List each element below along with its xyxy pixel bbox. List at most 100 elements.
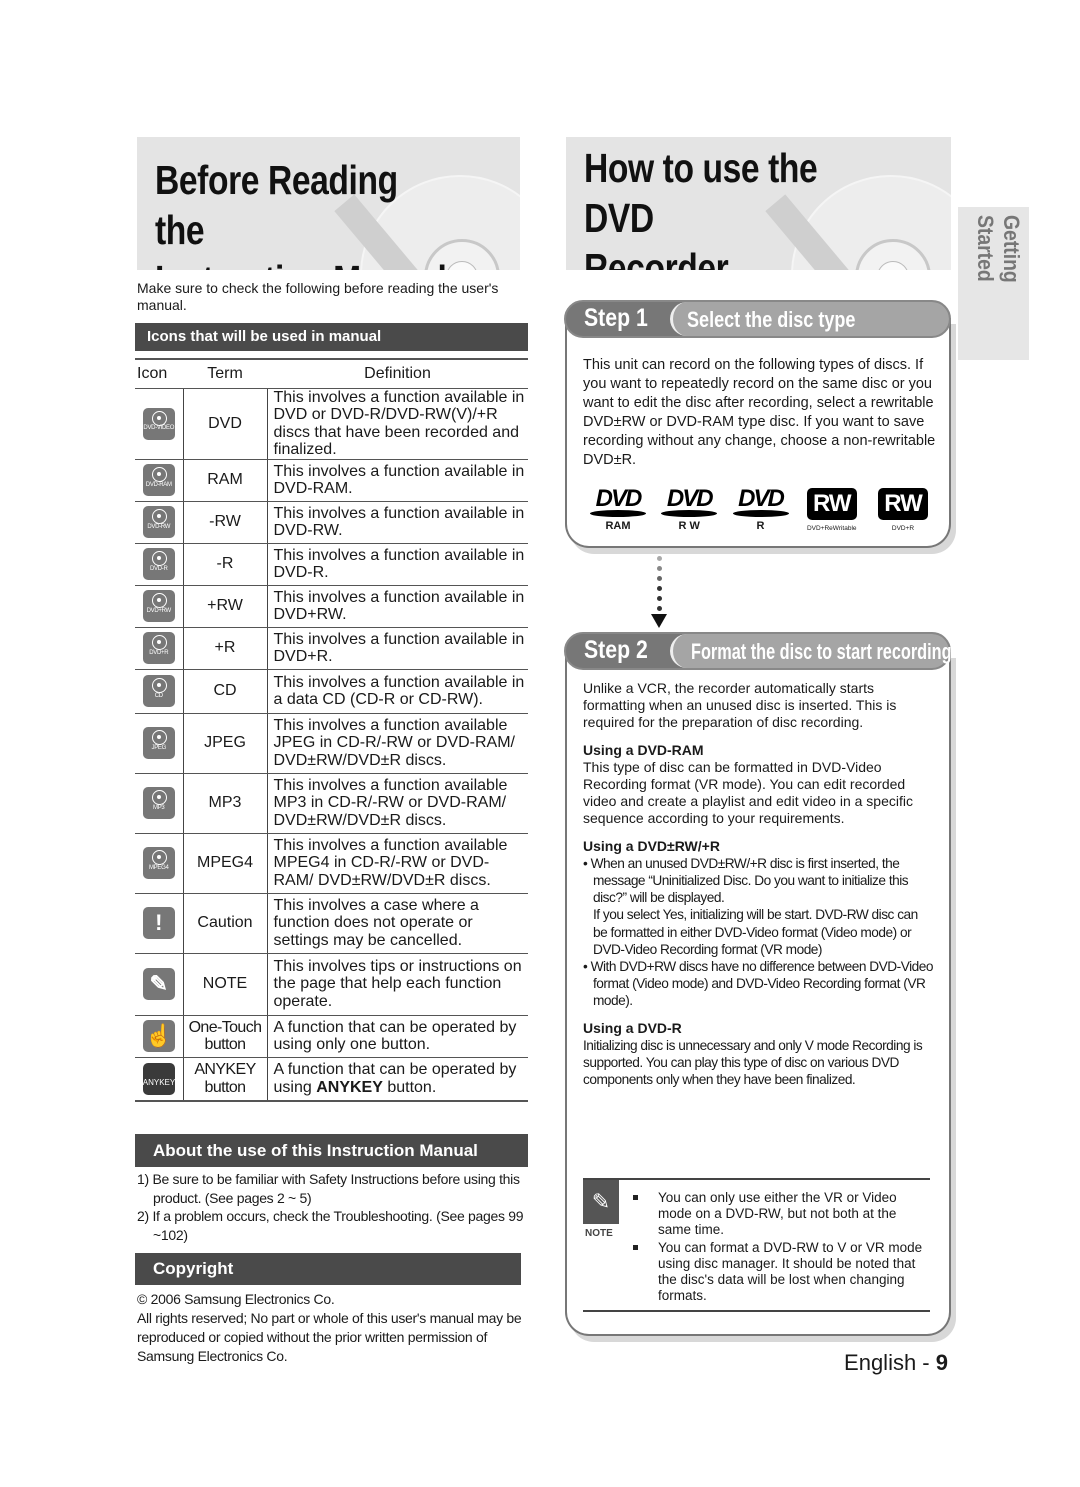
icon-cell: DVD-RAM <box>135 459 183 502</box>
term-cell: JPEG <box>182 713 268 774</box>
definition-cell: This involves a function available in DV… <box>267 459 528 502</box>
copyright-line: All rights reserved; No part or whole of… <box>137 1310 522 1364</box>
logo-caption: R W <box>678 520 700 532</box>
table-row: JPEG JPEG This involves a function availab… <box>135 713 528 774</box>
dvd-ram-heading: Using a DVD-RAM <box>583 741 704 758</box>
note-pencil-icon: ✎ <box>142 968 175 1000</box>
icon-cell: MP3 <box>135 773 183 834</box>
icons-table: Icon Term Definition DVD-VIDEO DVD This in… <box>135 358 528 1102</box>
list-item: You can only use either the VR or Video … <box>631 1190 926 1238</box>
icon-cell: DVD+RW <box>135 585 183 628</box>
left-title-banner: Before Reading the Instruction Manual <box>137 137 520 270</box>
term-cell: Caution <box>182 893 268 954</box>
header-definition: Definition <box>267 358 528 389</box>
side-tab-getting-started[interactable]: Getting Started <box>958 207 1029 360</box>
dvd-ram-logo: DVD RAM <box>588 485 648 538</box>
dvd-ram-text: This type of disc can be formatted in DV… <box>583 758 913 827</box>
step2-content: Unlike a VCR, the recorder automatically… <box>583 680 933 1088</box>
right-title-banner: How to use the DVD Recorder <box>566 137 951 270</box>
table-row: CD CD This involves a function available i… <box>135 669 528 714</box>
anykey-icon: ANYKEY <box>142 1062 175 1095</box>
dvd-rw-logo: DVD R W <box>659 485 719 538</box>
dvd-rw-heading: Using a DVD±RW/+R <box>583 837 720 854</box>
dvd-plus-r-logo: RW DVD+R <box>873 488 933 538</box>
logo-mark: DVD <box>595 485 643 512</box>
mpeg4-disc-icon: MPEG4 <box>142 847 175 879</box>
table-row: DVD-RAM RAM This involves a function avail… <box>135 459 528 502</box>
term-cell: MP3 <box>182 773 268 834</box>
logo-mark: DVD <box>666 485 714 512</box>
cd-disc-icon: CD <box>142 675 175 707</box>
term-cell: -RW <box>182 501 268 544</box>
icon-cell: DVD-VIDEO <box>135 388 183 460</box>
about-list: 1) Be sure to be familiar with Safety In… <box>137 1170 527 1244</box>
logo-caption: DVD+ReWritable <box>806 525 857 532</box>
list-item: 1) Be sure to be familiar with Safety In… <box>137 1171 520 1206</box>
definition-cell: This involves a case where a function do… <box>267 893 528 954</box>
icon-cell: DVD+R <box>135 627 183 670</box>
definition-cell: A function that can be operated by using… <box>267 1015 528 1058</box>
logo-caption: DVD+R <box>891 525 915 532</box>
jpeg-disc-icon: JPEG <box>142 727 175 759</box>
table-row: ☝ One-Touch button A function that can be … <box>135 1015 528 1058</box>
icons-section-header: Icons that will be used in manual <box>135 323 528 351</box>
step-number: Step 2 <box>584 636 648 664</box>
page-title-right: How to use the DVD Recorder <box>584 143 885 270</box>
title-line: Before Reading the <box>155 157 398 253</box>
icon-cell: DVD-RW <box>135 501 183 544</box>
icon-cell: DVD-R <box>135 543 183 586</box>
definition-cell: This involves a function available in DV… <box>267 627 528 670</box>
dvd-r-heading: Using a DVD-R <box>583 1019 682 1036</box>
title-line: Recorder <box>584 245 729 270</box>
caution-icon: ! <box>142 907 175 939</box>
dvd-r-logo: DVD R <box>731 485 791 538</box>
logo-mark: RW <box>878 488 928 520</box>
dvd-r-disc-icon: DVD-R <box>142 548 175 580</box>
list-item: • With DVD+RW discs have no difference b… <box>583 959 933 1009</box>
list-item-continuation: If you select Yes, initializing will be … <box>593 907 918 957</box>
copyright-text: © 2006 Samsung Electronics Co. All right… <box>137 1290 527 1366</box>
logo-caption: RAM <box>605 520 631 532</box>
definition-cell: This involves a function available in DV… <box>267 543 528 586</box>
table-row: DVD+RW +RW This involves a function availa… <box>135 585 528 628</box>
dvd-r-text: Initializing disc is unnecessary and onl… <box>583 1037 923 1088</box>
list-item: You can format a DVD-RW to V or VR mode … <box>631 1240 926 1304</box>
dvd-rw-disc-icon: DVD-RW <box>142 506 175 538</box>
dvd-video-disc-icon: DVD-VIDEO <box>142 407 175 440</box>
logo-mark: RW <box>806 488 857 520</box>
term-cell: CD <box>182 669 268 714</box>
definition-cell: This involves a function available in DV… <box>267 501 528 544</box>
dvd-plus-rw-disc-icon: DVD+RW <box>142 590 175 622</box>
step-number: Step 1 <box>584 304 648 332</box>
side-tab-label: Getting Started <box>973 215 1024 283</box>
term-cell: MPEG4 <box>182 833 268 894</box>
logo-mark: DVD <box>738 485 785 512</box>
page-number-value: 9 <box>935 1350 948 1375</box>
icon-cell: MPEG4 <box>135 833 183 894</box>
definition-cell: This involves tips or instructions on th… <box>267 953 528 1016</box>
table-header-row: Icon Term Definition <box>135 358 528 389</box>
term-cell: RAM <box>182 459 268 502</box>
section-title: Icons that will be used in manual <box>147 328 382 345</box>
list-item: 2) If a problem occurs, check the Troubl… <box>137 1208 524 1243</box>
term-cell: +R <box>182 627 268 670</box>
term-cell: NOTE <box>182 953 268 1016</box>
term-cell: One-Touch button <box>182 1015 268 1058</box>
note-list: You can only use either the VR or Video … <box>631 1190 926 1306</box>
table-row: DVD-RW -RW This involves a function availa… <box>135 501 528 544</box>
flow-dots <box>654 556 664 616</box>
definition-bold: ANYKEY <box>316 1078 383 1096</box>
dvd-ram-disc-icon: DVD-RAM <box>142 464 175 496</box>
one-touch-hand-icon: ☝ <box>142 1020 175 1052</box>
section-title: Copyright <box>153 1259 234 1278</box>
table-row: ! Caution This involves a case where a fun… <box>135 893 528 954</box>
term-cell: +RW <box>182 585 268 628</box>
step-title: Format the disc to start recording <box>691 639 952 664</box>
definition-cell: This involves a function available in DV… <box>267 388 528 460</box>
term-cell: ANYKEY button <box>182 1057 268 1102</box>
table-row: DVD-VIDEO DVD This involves a function ava… <box>135 388 528 460</box>
logo-caption: R <box>756 520 765 532</box>
mp3-disc-icon: MP3 <box>142 787 175 819</box>
title-line: Instruction Manual <box>155 257 447 270</box>
term-cell: DVD <box>182 388 268 460</box>
